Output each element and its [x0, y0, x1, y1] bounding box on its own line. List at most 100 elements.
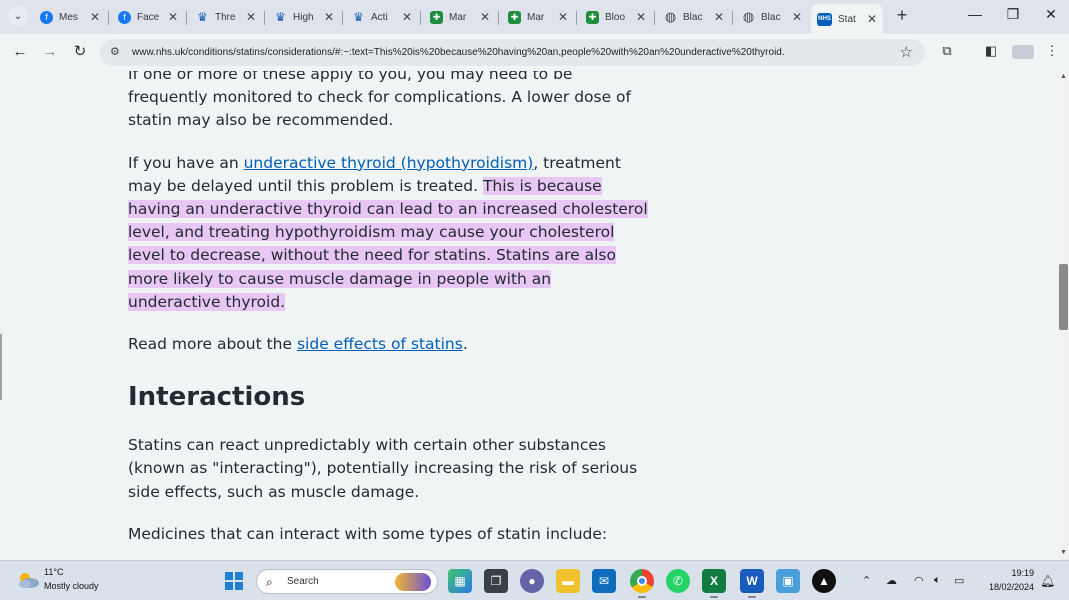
tab-search-dropdown[interactable]: ⌄	[8, 6, 28, 26]
close-icon[interactable]: ✕	[714, 10, 724, 24]
notification-bell-icon[interactable]: 🔔︎	[1040, 574, 1055, 588]
tab-statins-active[interactable]: NHS Stat ✕	[811, 4, 883, 34]
tab-black-1[interactable]: ◍ Blac ✕	[658, 4, 730, 30]
teams-chat-app[interactable]: ●	[520, 569, 544, 593]
excel-app[interactable]: X	[702, 569, 726, 593]
chrome-app[interactable]	[630, 569, 654, 593]
tab-strip: ⌄ f Mes ✕ f Face ✕ ♛ Thre ✕ ♛ High ✕ ♛ A…	[0, 0, 1069, 34]
tab-divider	[342, 11, 343, 25]
start-button[interactable]	[222, 569, 246, 593]
tab-messenger[interactable]: f Mes ✕	[34, 4, 106, 30]
bookmark-star-icon[interactable]: ☆	[900, 43, 913, 61]
close-icon[interactable]: ✕	[402, 10, 412, 24]
underactive-thyroid-link[interactable]: underactive thyroid (hypothyroidism)	[244, 154, 534, 172]
reload-button[interactable]: ↻	[70, 42, 90, 62]
interactions-heading: Interactions	[128, 382, 306, 413]
folder-icon: ▬	[562, 574, 574, 588]
minimize-button[interactable]: —	[960, 6, 990, 26]
back-button[interactable]: ←	[10, 42, 30, 62]
tab-title: Mar	[527, 11, 545, 23]
close-icon[interactable]: ✕	[558, 10, 568, 24]
plus-icon: ✚	[430, 10, 443, 24]
weather-description[interactable]: Mostly cloudy	[44, 581, 99, 591]
site-info-icon[interactable]: ⚙	[110, 45, 120, 58]
tab-acti[interactable]: ♛ Acti ✕	[346, 4, 418, 30]
tab-facebook[interactable]: f Face ✕	[112, 4, 184, 30]
tab-high[interactable]: ♛ High ✕	[268, 4, 340, 30]
text-span: .	[462, 335, 468, 354]
close-icon[interactable]: ✕	[636, 10, 646, 24]
tab-mar-1[interactable]: ✚ Mar ✕	[424, 4, 496, 30]
paragraph-thyroid: If you have an underactive thyroid (hypo…	[128, 152, 648, 314]
widgets-app[interactable]: ▦	[448, 569, 472, 593]
restore-icon: ❐	[1006, 6, 1020, 22]
tab-threads[interactable]: ♛ Thre ✕	[190, 4, 262, 30]
task-view-app[interactable]: ❐	[484, 569, 508, 593]
outlook-app[interactable]: ✉	[592, 569, 616, 593]
menu-button[interactable]: ⋮	[1043, 43, 1061, 61]
wifi-icon[interactable]: ◠	[914, 574, 924, 587]
tab-title: Stat	[838, 13, 856, 25]
excel-icon: X	[709, 574, 718, 588]
tab-black-2[interactable]: ◍ Blac ✕	[736, 4, 808, 30]
image-icon: ▣	[782, 574, 794, 588]
close-icon[interactable]: ✕	[480, 10, 490, 24]
scroll-up-arrow-icon[interactable]: ▲	[1060, 73, 1067, 80]
vertical-scrollbar[interactable]: ▲ ▼	[1058, 71, 1069, 560]
other-app[interactable]: ▲	[812, 569, 836, 593]
tab-title: Face	[137, 11, 159, 23]
reload-icon: ↻	[73, 43, 87, 60]
more-vertical-icon: ⋮	[1045, 43, 1059, 58]
paragraph-interactions: Statins can react unpredictably with cer…	[128, 436, 638, 501]
app-icon: ▲	[818, 574, 830, 588]
battery-icon[interactable]: ▭	[954, 574, 964, 587]
onedrive-icon[interactable]: ☁	[886, 574, 897, 587]
url-text[interactable]: www.nhs.uk/conditions/statins/considerat…	[132, 47, 892, 58]
chat-icon: ●	[528, 574, 536, 588]
side-effects-link[interactable]: side effects of statins	[297, 335, 463, 353]
scroll-down-arrow-icon[interactable]: ▼	[1060, 549, 1067, 556]
minimize-icon: —	[968, 6, 982, 22]
search-icon: ⌕	[266, 575, 273, 589]
chevron-up-icon[interactable]: ⌃	[862, 574, 871, 587]
photos-app[interactable]: ▣	[776, 569, 800, 593]
clock-time[interactable]: 19:19	[1008, 568, 1034, 578]
profile-avatar[interactable]	[1012, 45, 1034, 59]
word-app[interactable]: W	[740, 569, 764, 593]
restore-button[interactable]: ❐	[998, 6, 1028, 26]
address-bar[interactable]: ⚙ www.nhs.uk/conditions/statins/consider…	[100, 39, 925, 66]
tab-divider	[420, 11, 421, 25]
plus-icon: ✚	[586, 10, 599, 24]
crown-icon: ♛	[275, 10, 286, 24]
puzzle-icon: ⧉	[942, 43, 952, 58]
volume-icon[interactable]: 🔈︎	[934, 574, 941, 587]
globe-icon: ◍	[664, 9, 677, 24]
close-window-button[interactable]: ✕	[1036, 6, 1066, 26]
taskbar-search-box[interactable]: ⌕ Search	[256, 569, 438, 594]
new-tab-button[interactable]: +	[892, 6, 912, 26]
paragraph-read-more: Read more about the side effects of stat…	[128, 333, 648, 356]
extensions-button[interactable]: ⧉	[938, 43, 956, 61]
mail-icon: ✉	[598, 574, 610, 588]
scrollbar-thumb[interactable]	[1059, 264, 1068, 330]
close-icon[interactable]: ✕	[168, 10, 178, 24]
weather-temperature[interactable]: 11°C	[44, 567, 63, 577]
close-icon[interactable]: ✕	[324, 10, 334, 24]
close-icon[interactable]: ✕	[246, 10, 256, 24]
tab-mar-2[interactable]: ✚ Mar ✕	[502, 4, 574, 30]
file-explorer-app[interactable]: ▬	[556, 569, 580, 593]
running-indicator	[748, 596, 756, 598]
paragraph-monitoring: If one or more of these apply to you, yo…	[128, 71, 632, 130]
whatsapp-app[interactable]: ✆	[666, 569, 690, 593]
tab-blood[interactable]: ✚ Bloo ✕	[580, 4, 652, 30]
crown-icon: ♛	[197, 10, 208, 24]
side-panel-button[interactable]: ◧	[982, 43, 1000, 61]
cloudy-weather-icon[interactable]	[16, 570, 40, 590]
close-icon[interactable]: ✕	[792, 10, 802, 24]
close-icon[interactable]: ✕	[90, 10, 100, 24]
text-span: Read more about the	[128, 335, 297, 354]
close-icon[interactable]: ✕	[867, 12, 877, 26]
tab-divider	[108, 11, 109, 25]
forward-button[interactable]: →	[40, 42, 60, 62]
clock-date[interactable]: 18/02/2024	[982, 582, 1034, 592]
